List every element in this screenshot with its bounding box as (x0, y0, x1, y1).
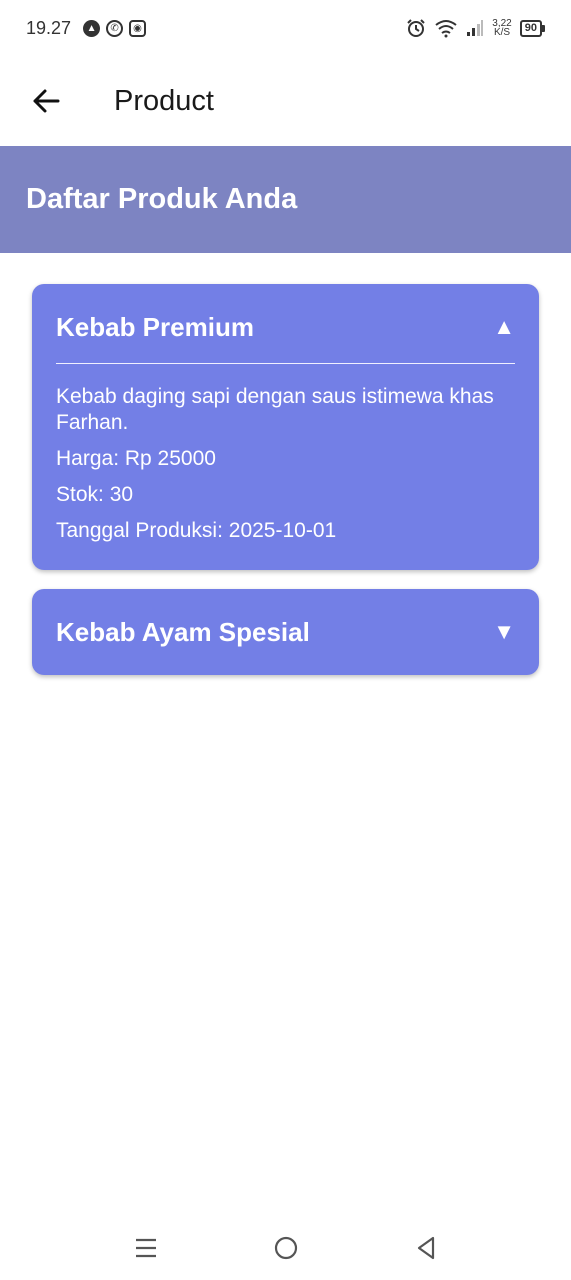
system-nav-bar (0, 1220, 571, 1276)
product-card: Kebab Ayam Spesial ▼ (32, 589, 539, 675)
arrow-left-icon (33, 89, 60, 113)
status-time: 19.27 (26, 17, 72, 38)
app-notification-icon: ▲ (83, 19, 101, 37)
wifi-icon (435, 20, 457, 38)
system-back-button[interactable] (406, 1228, 446, 1268)
alarm-icon (407, 19, 425, 37)
product-stock: Stok: 30 (56, 483, 134, 506)
product-price: Harga: Rp 25000 (56, 447, 216, 470)
back-triangle-icon (417, 1236, 434, 1260)
product-card-header[interactable]: Kebab Premium ▲ (32, 284, 539, 370)
header-banner: Daftar Produk Anda (0, 146, 571, 253)
product-production-date: Tanggal Produksi: 2025-10-01 (56, 519, 337, 542)
product-name: Kebab Ayam Spesial (56, 616, 310, 647)
status-left: 19.27 ▲ ✆ ◉ (26, 17, 147, 39)
menu-icon (135, 1238, 156, 1258)
banner-title: Daftar Produk Anda (26, 183, 298, 215)
signal-icon (467, 20, 484, 36)
gallery-notification-icon: ◉ (129, 19, 147, 37)
home-icon (274, 1236, 297, 1260)
recent-apps-button[interactable] (126, 1228, 166, 1268)
page-title: Product (114, 84, 214, 117)
back-button[interactable] (16, 71, 76, 131)
product-card-header[interactable]: Kebab Ayam Spesial ▼ (32, 589, 539, 675)
product-name: Kebab Premium (56, 311, 254, 342)
battery-tip (542, 24, 545, 32)
battery-level: 90 (519, 19, 542, 37)
expand-toggle-icon[interactable]: ▼ (493, 621, 515, 643)
collapse-toggle-icon[interactable]: ▲ (493, 316, 515, 338)
home-button[interactable] (266, 1228, 306, 1268)
battery-icon: 90 (519, 19, 545, 37)
product-description: Kebab daging sapi dengan saus istimewa k… (56, 385, 494, 434)
whatsapp-icon: ✆ (106, 19, 124, 37)
network-speed: 3,22 K/S (492, 19, 511, 38)
app-bar: Product (0, 56, 571, 146)
product-details: Kebab daging sapi dengan saus istimewa k… (32, 364, 539, 570)
product-card: Kebab Premium ▲ Kebab daging sapi dengan… (32, 284, 539, 570)
status-right: 3,22 K/S 90 (406, 18, 545, 38)
status-bar: 19.27 ▲ ✆ ◉ 3,22 K/S 90 (0, 0, 571, 56)
network-speed-unit: K/S (493, 27, 511, 38)
